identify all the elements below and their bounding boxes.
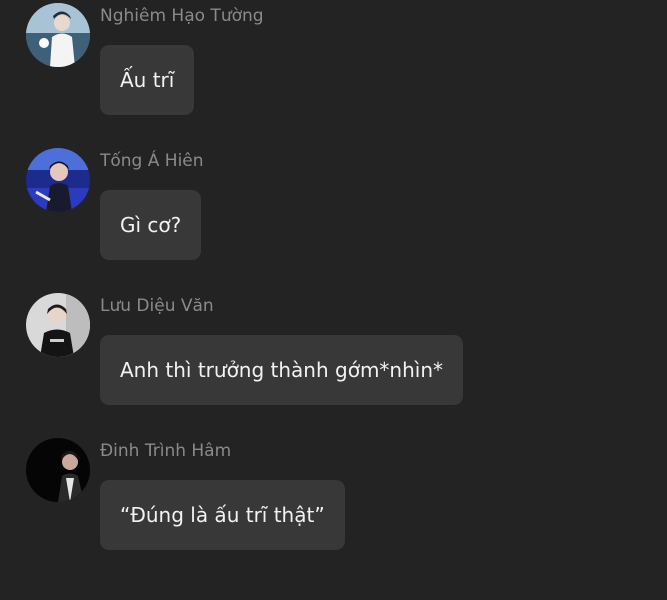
avatar[interactable] <box>26 3 90 67</box>
message-bubble[interactable]: “Đúng là ấu trĩ thật” <box>100 480 345 550</box>
message-bubble[interactable]: Anh thì trưởng thành gớm*nhìn* <box>100 335 464 405</box>
message-bubble[interactable]: Gì cơ? <box>100 190 202 260</box>
avatar-photo-icon <box>26 293 90 357</box>
avatar[interactable] <box>26 293 90 357</box>
sender-name: Lưu Diệu Văn <box>100 296 214 316</box>
avatar-photo-icon <box>26 438 90 502</box>
message-bubble[interactable]: Ấu trĩ <box>100 45 195 115</box>
avatar[interactable] <box>26 438 90 502</box>
sender-name: Đinh Trình Hâm <box>100 441 232 461</box>
avatar-photo-icon <box>26 3 90 67</box>
chat-thread: Nghiêm Hạo Tường Ấu trĩ Tống Á Hiên Gì c… <box>0 0 667 600</box>
avatar-photo-icon <box>26 148 90 212</box>
sender-name: Tống Á Hiên <box>100 151 204 171</box>
sender-name: Nghiêm Hạo Tường <box>100 6 264 26</box>
avatar[interactable] <box>26 148 90 212</box>
